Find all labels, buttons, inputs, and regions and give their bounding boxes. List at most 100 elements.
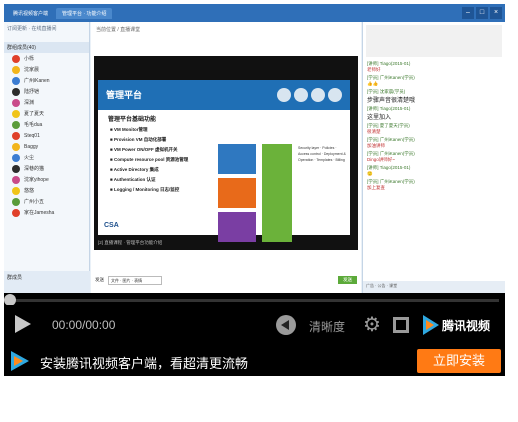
member-name: 沈家晨: [24, 67, 40, 73]
play-icon[interactable]: [15, 315, 31, 333]
avatar: [12, 131, 20, 140]
member-name: 小栎: [24, 56, 35, 62]
chat-message: [学员] 夏了夏天(学员) 很清楚: [363, 122, 505, 136]
member-item[interactable]: 小栎: [4, 53, 89, 64]
chat-message: [讲师] Tiago(2015-01) 老师好: [363, 60, 505, 74]
app-titlebar: 腾讯视频客户端 管理平台 · 功能介绍 – □ ×: [4, 4, 505, 22]
progress-bar[interactable]: [4, 293, 505, 306]
member-item[interactable]: 夏了夏天: [4, 108, 89, 119]
member-name: 陆抒铠: [24, 89, 40, 95]
member-item[interactable]: 沈家晨: [4, 64, 89, 75]
avatar: [12, 197, 20, 206]
time-display: 00:00/00:00: [52, 318, 116, 332]
fullscreen-icon[interactable]: [393, 317, 409, 333]
brand-name: 腾讯视频: [442, 318, 491, 333]
avatar: [12, 87, 20, 96]
member-item[interactable]: Baggy: [4, 141, 89, 152]
chat-text: 加上复查: [367, 185, 385, 190]
slide-nav-pills: [277, 88, 342, 102]
install-banner: 安装腾讯视频客户端，看超清更流畅 立即安装: [4, 345, 505, 376]
member-name: 广州iKanen: [24, 78, 50, 84]
chat-input-bar: 发送 文件 · 图片 · 表情 发送: [91, 273, 361, 287]
member-name: 沈家yihope: [24, 177, 49, 183]
minimize-icon[interactable]: –: [462, 7, 474, 19]
member-item[interactable]: 陆抒铠: [4, 86, 89, 97]
chat-message: [学员] 沈家晨(学员) 步骤声音很清楚哦: [363, 88, 505, 105]
avatar: [12, 120, 20, 129]
subscribe-link[interactable]: 订阅更新 · 在线直播间: [4, 22, 89, 42]
close-icon[interactable]: ×: [490, 7, 502, 19]
chat-bottombar[interactable]: 广告 · 公告 · 课堂: [363, 281, 505, 293]
member-footer[interactable]: 群成员: [4, 271, 90, 293]
member-item[interactable]: 毛毛dua: [4, 119, 89, 130]
window-buttons: – □ ×: [462, 7, 505, 19]
course-panel: 当前位置 / 直播课堂 管理平台 管理平台基础功能 ■ VM Monitor管理…: [91, 22, 361, 293]
promo-text: 安装腾讯视频客户端，看超清更流畅: [40, 356, 249, 371]
gear-icon[interactable]: ⚙: [362, 315, 382, 335]
member-sidebar: 订阅更新 · 在线直播间 群组成员(40) 小栎沈家晨广州iKanen 陆抒铠深渊…: [4, 22, 90, 293]
avatar: [12, 175, 20, 184]
chat-text: Dingo讲师好~: [367, 157, 395, 162]
chat-input-field[interactable]: 文件 · 图片 · 表情: [108, 275, 162, 285]
chat-message: [讲师] Tiago(2015-01) 🙂: [363, 164, 505, 178]
lecture-slide: 管理平台 管理平台基础功能 ■ VM Monitor管理 ■ Provision …: [98, 80, 350, 242]
member-item[interactable]: 悠悠: [4, 185, 89, 196]
member-name: 夏了夏天: [24, 111, 45, 117]
member-item[interactable]: 沈家yihope: [4, 174, 89, 185]
pill-icon: [328, 88, 342, 102]
member-item[interactable]: 火尘: [4, 152, 89, 163]
progress-rail[interactable]: [10, 299, 499, 302]
install-button[interactable]: 立即安装: [417, 349, 501, 373]
slide-header-text: 管理平台: [106, 90, 143, 100]
video-screen[interactable]: 腾讯视频客户端 管理平台 · 功能介绍 – □ × 订阅更新 · 在线直播间 群…: [4, 4, 505, 293]
maximize-icon[interactable]: □: [476, 7, 488, 19]
video-caption: [2] 直播课程 · 管理平台功能介绍: [98, 240, 163, 245]
slide-bullet: ■ VM Monitor管理: [110, 127, 148, 132]
player-controls: 00:00/00:00 清晰度 ⚙ 腾讯视频: [4, 305, 505, 345]
avatar: [12, 186, 20, 195]
chat-message: [学员] 广州iKanen(学员) Dingo讲师好~: [363, 150, 505, 164]
member-name: 悠悠: [24, 188, 35, 194]
chat-thumbnail: [366, 25, 502, 57]
lecture-video[interactable]: 管理平台 管理平台基础功能 ■ VM Monitor管理 ■ Provision …: [94, 56, 358, 250]
slide-header: 管理平台: [98, 80, 350, 110]
member-item[interactable]: 深渊: [4, 97, 89, 108]
pill-icon: [277, 88, 291, 102]
chat-text: 老师好: [367, 67, 381, 72]
chat-text: 步骤声音很清楚哦: [367, 98, 416, 104]
member-section-header[interactable]: 群组成员(40): [4, 42, 89, 53]
brand-logo[interactable]: 腾讯视频: [423, 315, 490, 335]
avatar: [12, 109, 20, 118]
tencent-video-icon: [11, 351, 29, 371]
member-name: 毛毛dua: [24, 122, 43, 128]
pill-icon: [311, 88, 325, 102]
member-name: 深渊: [24, 100, 35, 106]
member-name: 火尘: [24, 155, 35, 161]
member-item[interactable]: 深巷的猫: [4, 163, 89, 174]
member-name: Baggy: [24, 143, 39, 150]
avatar: [12, 164, 20, 173]
block-purple: [218, 212, 256, 242]
breadcrumb: 当前位置 / 直播课堂: [96, 27, 141, 33]
chat-text: 很清楚: [367, 129, 381, 134]
block-orange: [218, 178, 256, 208]
tab-course[interactable]: 管理平台 · 功能介绍: [56, 7, 113, 19]
member-item[interactable]: 广州小五: [4, 196, 89, 207]
member-item[interactable]: Steq01: [4, 130, 89, 141]
avatar: [12, 54, 20, 63]
block-blue: [218, 144, 256, 174]
member-name: 广州小五: [24, 199, 45, 205]
volume-icon[interactable]: [276, 315, 296, 335]
slide-title: 管理平台基础功能: [108, 117, 157, 123]
chat-text: 这里加入: [367, 115, 392, 121]
member-item[interactable]: 广州iKanen: [4, 75, 89, 86]
chat-text: 🙂: [367, 171, 373, 176]
quality-button[interactable]: 清晰度: [309, 318, 345, 335]
input-label[interactable]: 发送: [95, 277, 104, 283]
tencent-video-icon: [423, 315, 439, 335]
member-item[interactable]: 家在Jamesha: [4, 207, 89, 218]
tab-client[interactable]: 腾讯视频客户端: [7, 8, 54, 19]
video-player: 腾讯视频客户端 管理平台 · 功能介绍 – □ × 订阅更新 · 在线直播间 群…: [4, 4, 505, 376]
avatar: [12, 76, 20, 85]
send-button[interactable]: 发送: [338, 276, 357, 284]
